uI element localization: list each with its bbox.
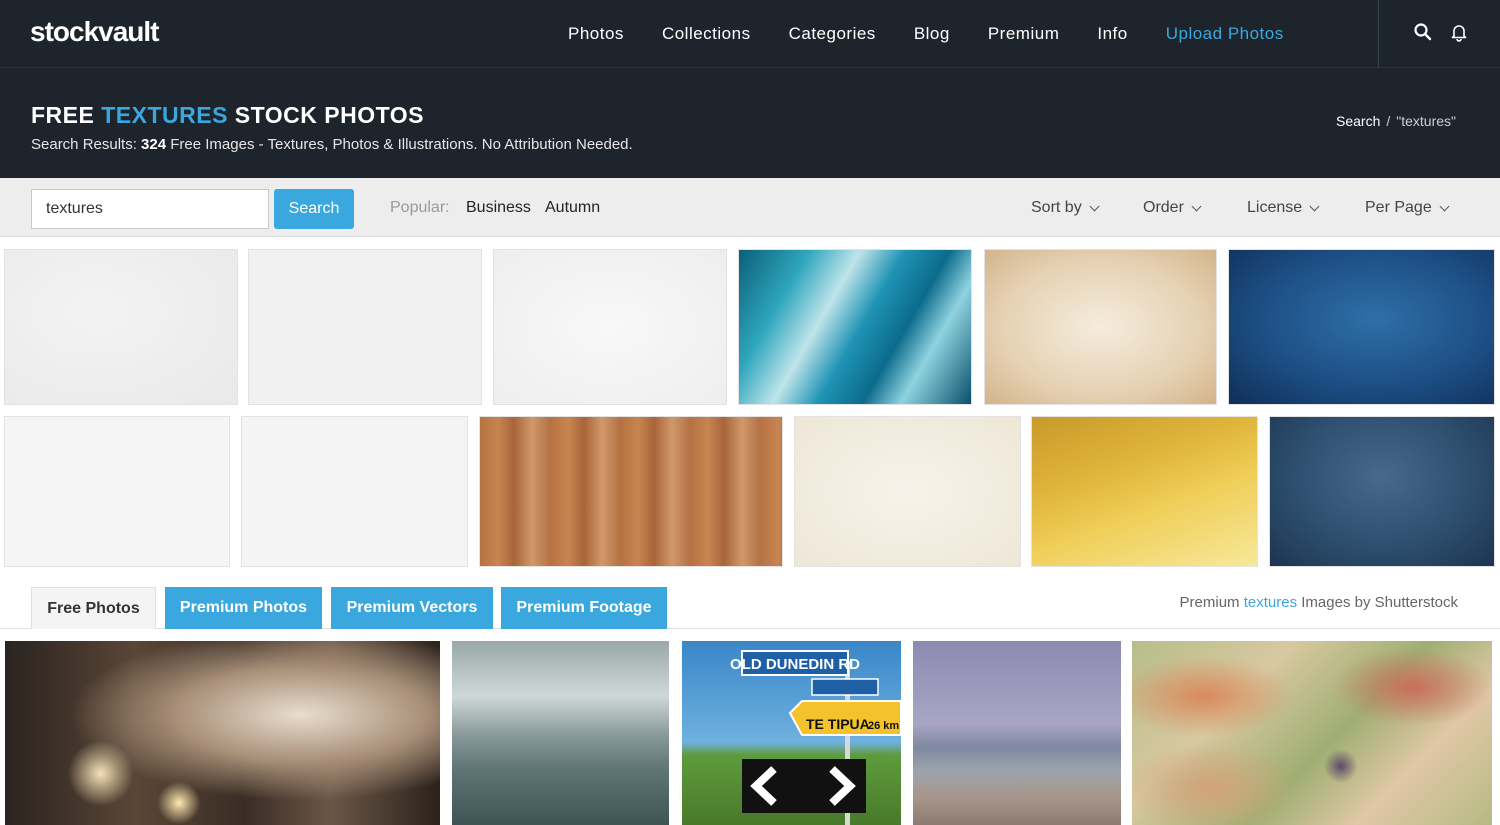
texture-thumbnail[interactable] (4, 249, 238, 405)
logo[interactable]: stockvault (30, 16, 159, 48)
nav-link-blog[interactable]: Blog (914, 24, 950, 44)
nav-divider (1378, 0, 1379, 68)
shutterstock-prefix: Premium (1179, 594, 1244, 611)
sign-text-te-tipua: TE TIPUA (806, 716, 870, 732)
breadcrumb-separator: / (1386, 113, 1391, 129)
results-count: 324 (141, 136, 167, 153)
tab-premium-vectors[interactable]: Premium Vectors (331, 587, 493, 629)
tab-premium-photos[interactable]: Premium Photos (165, 587, 322, 629)
results-suffix: Free Images - Textures, Photos & Illustr… (166, 136, 633, 153)
premium-photo-thumbnail[interactable] (1132, 641, 1492, 825)
page-title: FREE TEXTURES STOCK PHOTOS (31, 102, 424, 129)
premium-photo-thumbnail[interactable] (5, 641, 440, 825)
texture-thumbnail[interactable] (984, 249, 1217, 405)
title-suffix: STOCK PHOTOS (227, 102, 424, 128)
page-header: FREE TEXTURES STOCK PHOTOS Search Result… (0, 68, 1500, 178)
per-page-dropdown[interactable]: Per Page (1365, 199, 1450, 217)
chevron-down-icon (1191, 201, 1202, 211)
bell-icon[interactable] (1449, 22, 1469, 42)
breadcrumb-search[interactable]: Search (1336, 113, 1380, 129)
search-bar: Search Popular: Business Autumn Sort by … (0, 178, 1500, 237)
road-sign-image: OLD DUNEDIN RD TE TIPUA 26 km (730, 650, 901, 825)
sort-by-dropdown[interactable]: Sort by (1031, 199, 1100, 217)
title-highlight: TEXTURES (101, 102, 228, 128)
nav-link-collections[interactable]: Collections (662, 24, 751, 44)
sort-by-label: Sort by (1031, 199, 1082, 216)
title-prefix: FREE (31, 102, 102, 128)
popular-tag-business[interactable]: Business (466, 199, 531, 217)
texture-thumbnail[interactable] (1228, 249, 1495, 405)
texture-thumbnail[interactable] (738, 249, 972, 405)
breadcrumb-current: "textures" (1396, 113, 1456, 129)
license-dropdown[interactable]: License (1247, 199, 1320, 217)
chevron-down-icon (1309, 201, 1320, 211)
shutterstock-attribution: Premium textures Images by Shutterstock (1180, 594, 1458, 611)
popular-label: Popular: (390, 199, 450, 216)
nav-link-info[interactable]: Info (1097, 24, 1127, 44)
order-label: Order (1143, 199, 1184, 216)
search-icon[interactable] (1413, 22, 1433, 42)
chevron-down-icon (1089, 201, 1100, 211)
texture-thumbnail[interactable] (4, 416, 230, 567)
texture-thumbnail[interactable] (241, 416, 468, 567)
texture-thumbnail[interactable] (479, 416, 783, 567)
sign-text-old-dunedin: OLD DUNEDIN RD (730, 656, 860, 673)
nav-links: Photos Collections Categories Blog Premi… (568, 0, 1322, 68)
license-label: License (1247, 199, 1303, 216)
top-nav: stockvault Photos Collections Categories… (0, 0, 1500, 68)
search-input[interactable] (31, 189, 269, 229)
texture-thumbnail[interactable] (1269, 416, 1495, 567)
nav-link-premium[interactable]: Premium (988, 24, 1060, 44)
search-button[interactable]: Search (274, 189, 354, 229)
nav-link-categories[interactable]: Categories (789, 24, 876, 44)
chevron-down-icon (1439, 201, 1450, 211)
premium-photo-thumbnail[interactable]: OLD DUNEDIN RD TE TIPUA 26 km (682, 641, 901, 825)
nav-link-upload[interactable]: Upload Photos (1166, 24, 1284, 44)
texture-thumbnail[interactable] (248, 249, 482, 405)
premium-photo-thumbnail[interactable] (913, 641, 1121, 825)
texture-thumbnail[interactable] (493, 249, 727, 405)
tab-free-photos[interactable]: Free Photos (31, 587, 156, 629)
texture-thumbnail[interactable] (794, 416, 1021, 567)
shutterstock-term-link[interactable]: textures (1244, 594, 1297, 611)
breadcrumb: Search / "textures" (1336, 113, 1456, 129)
per-page-label: Per Page (1365, 199, 1432, 216)
sign-text-distance: 26 km (868, 720, 899, 732)
premium-photo-thumbnail[interactable] (452, 641, 669, 825)
shutterstock-suffix: Images by Shutterstock (1297, 594, 1458, 611)
tab-premium-footage[interactable]: Premium Footage (501, 587, 667, 629)
texture-thumbnail[interactable] (1031, 416, 1258, 567)
popular-tag-autumn[interactable]: Autumn (545, 199, 600, 217)
nav-link-photos[interactable]: Photos (568, 24, 624, 44)
order-dropdown[interactable]: Order (1143, 199, 1202, 217)
results-prefix: Search Results: (31, 136, 142, 153)
results-summary: Search Results: 324 Free Images - Textur… (31, 136, 633, 153)
